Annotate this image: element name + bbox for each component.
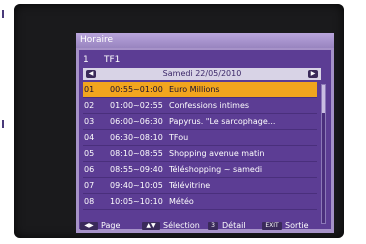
- panel-header: Horaire: [76, 33, 334, 48]
- program-title: Euro Millions: [169, 85, 220, 94]
- program-time: 01:00~02:55: [110, 101, 163, 110]
- scrollbar-thumb[interactable]: [322, 85, 325, 113]
- program-row[interactable]: 05 08:10~08:55 Shopping avenue matin: [83, 146, 317, 162]
- program-title: Confessions intimes: [169, 101, 250, 110]
- program-index: 08: [84, 197, 95, 206]
- program-time: 09:40~10:05: [110, 181, 163, 190]
- program-title: Météo: [169, 197, 194, 206]
- program-row[interactable]: 06 08:55~09:40 Téléshopping ~ samedi: [83, 162, 317, 178]
- channel-name: TF1: [104, 55, 121, 65]
- program-row[interactable]: 08 10:05~10:10 Météo: [83, 194, 317, 210]
- page-arrows-icon: ◀▶: [80, 222, 98, 230]
- program-time: 00:55~01:00: [110, 85, 163, 94]
- program-row[interactable]: 02 01:00~02:55 Confessions intimes: [83, 98, 317, 114]
- edge-mark-bottom: [2, 120, 4, 128]
- page-label: Page: [101, 221, 121, 230]
- chevron-right-icon[interactable]: ▶: [308, 70, 318, 78]
- program-time: 06:00~06:30: [110, 117, 163, 126]
- program-index: 07: [84, 181, 95, 190]
- program-time: 10:05~10:10: [110, 197, 163, 206]
- program-title: Téléshopping ~ samedi: [169, 165, 263, 174]
- tv-screen: Horaire 1 TF1 ◀ Samedi 22/05/2010 ▶ 01 0…: [14, 4, 344, 238]
- schedule-panel: Horaire 1 TF1 ◀ Samedi 22/05/2010 ▶ 01 0…: [76, 33, 334, 233]
- channel-number: 1: [83, 55, 89, 65]
- chevron-left-icon[interactable]: ◀: [86, 70, 96, 78]
- program-title: Télévitrine: [169, 181, 211, 190]
- detail-label: Détail: [222, 221, 246, 230]
- select-label: Sélection: [163, 221, 200, 230]
- footer-hints: ◀▶ Page ▲▼ Sélection 3 Détail EXIT Sorti…: [76, 219, 334, 233]
- schedule-body: 1 TF1 ◀ Samedi 22/05/2010 ▶ 01 00:55~01:…: [79, 50, 331, 229]
- program-row[interactable]: 03 06:00~06:30 Papyrus. "Le sarcophage..…: [83, 114, 317, 130]
- channel-info: 1 TF1: [83, 54, 327, 66]
- program-index: 02: [84, 101, 95, 110]
- select-arrows-icon: ▲▼: [142, 222, 160, 230]
- exit-label: Sortie: [285, 221, 309, 230]
- program-time: 08:55~09:40: [110, 165, 163, 174]
- program-row[interactable]: 07 09:40~10:05 Télévitrine: [83, 178, 317, 194]
- program-list: 01 00:55~01:00 Euro Millions 02 01:00~02…: [83, 82, 317, 210]
- scrollbar[interactable]: [321, 84, 326, 224]
- date-bar: ◀ Samedi 22/05/2010 ▶: [83, 68, 321, 80]
- program-index: 05: [84, 149, 95, 158]
- program-title: Shopping avenue matin: [169, 149, 265, 158]
- program-time: 06:30~08:10: [110, 133, 163, 142]
- program-time: 08:10~08:55: [110, 149, 163, 158]
- program-title: TFou: [169, 133, 189, 142]
- detail-key-icon: 3: [208, 222, 218, 230]
- exit-key-icon: EXIT: [262, 222, 282, 230]
- program-index: 04: [84, 133, 95, 142]
- program-index: 01: [84, 85, 95, 94]
- program-index: 03: [84, 117, 95, 126]
- edge-mark-top: [2, 10, 4, 18]
- program-index: 06: [84, 165, 95, 174]
- program-row[interactable]: 01 00:55~01:00 Euro Millions: [83, 82, 317, 98]
- program-row[interactable]: 04 06:30~08:10 TFou: [83, 130, 317, 146]
- date-label: Samedi 22/05/2010: [162, 69, 242, 78]
- panel-title: Horaire: [80, 35, 114, 45]
- program-title: Papyrus. "Le sarcophage...: [169, 117, 276, 126]
